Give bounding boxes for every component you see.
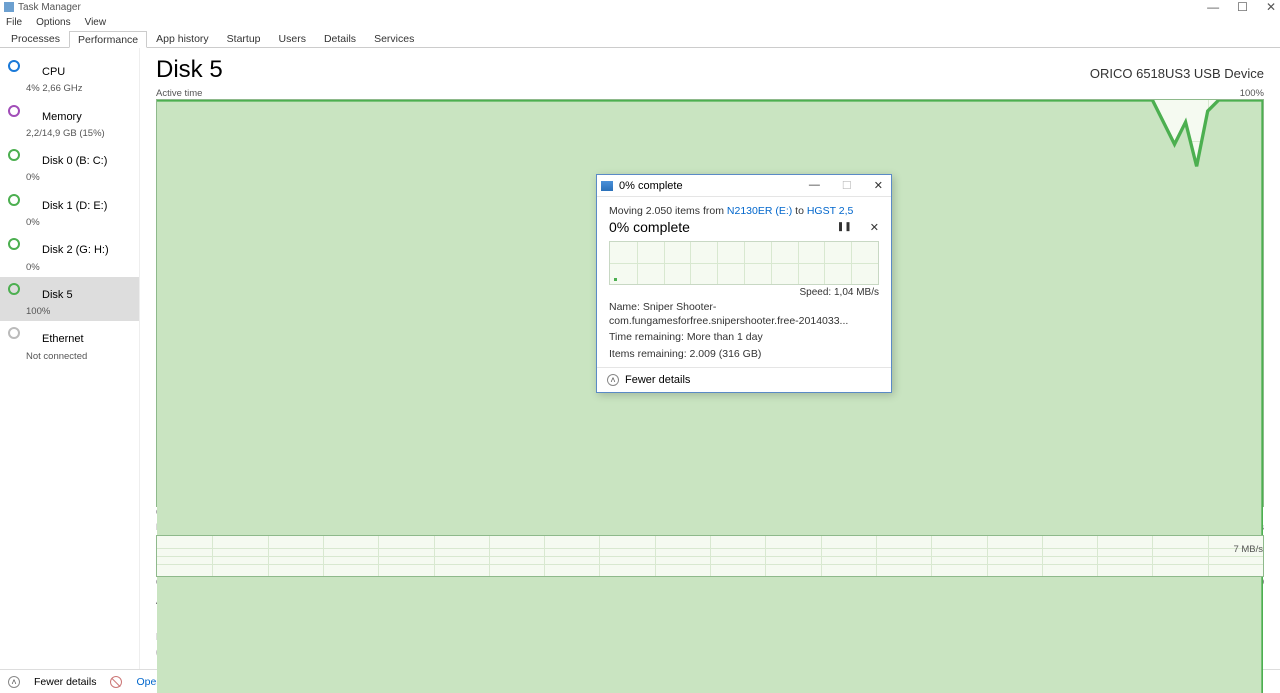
sidebar-item-memory[interactable]: Memory2,2/14,9 GB (15%) (0, 99, 139, 144)
dialog-time-key: Time remaining: (609, 331, 684, 343)
dialog-time-value: More than 1 day (687, 331, 763, 343)
perf-sidebar: CPU4% 2,66 GHz Memory2,2/14,9 GB (15%) D… (0, 48, 140, 669)
fewer-details-link[interactable]: Fewer details (34, 676, 96, 688)
dialog-items-value: 2.009 (316 GB) (690, 348, 762, 360)
tab-users[interactable]: Users (270, 30, 315, 47)
disk-ring-icon (8, 149, 20, 161)
speed-graph-marker (614, 278, 617, 281)
window-close-button[interactable]: ✕ (1266, 0, 1276, 14)
sidebar-item-disk0[interactable]: Disk 0 (B: C:)0% (0, 143, 139, 188)
sidebar-item-sub: 0% (26, 172, 123, 183)
dialog-maximize-button[interactable]: ☐ (838, 179, 856, 192)
dialog-pause-button[interactable]: ❚❚ (837, 221, 852, 234)
tab-app-history[interactable]: App history (147, 30, 218, 47)
sidebar-item-sub: 4% 2,66 GHz (26, 83, 83, 94)
tab-bar: Processes Performance App history Startu… (0, 30, 1280, 48)
tab-performance[interactable]: Performance (69, 31, 147, 48)
dialog-speed-graph (609, 241, 879, 285)
dialog-dest-link[interactable]: HGST 2,5 (807, 205, 854, 217)
sidebar-item-label: Ethernet (26, 325, 100, 350)
tab-startup[interactable]: Startup (218, 30, 270, 47)
transfer-rate-graph: 7 MB/s (156, 535, 1264, 577)
sidebar-item-disk5[interactable]: Disk 5100% (0, 277, 139, 322)
menu-options[interactable]: Options (36, 17, 70, 28)
sidebar-item-sub: 2,2/14,9 GB (15%) (26, 128, 105, 139)
dialog-name-key: Name: (609, 301, 640, 313)
graph1-label: Active time (156, 88, 202, 99)
sidebar-item-sub: 100% (26, 306, 89, 317)
sidebar-item-disk2[interactable]: Disk 2 (G: H:)0% (0, 232, 139, 277)
dialog-titlebar[interactable]: 0% complete — ☐ ✕ (597, 175, 891, 197)
tab-processes[interactable]: Processes (2, 30, 69, 47)
sidebar-item-label: Disk 5 (26, 281, 89, 306)
window-minimize-button[interactable]: — (1207, 0, 1219, 14)
sidebar-item-sub: Not connected (26, 351, 100, 362)
dialog-name-value: Sniper Shooter-com.fungamesforfree.snipe… (609, 301, 848, 327)
dialog-title: 0% complete (619, 180, 805, 192)
sidebar-item-sub: 0% (26, 262, 125, 273)
sidebar-item-label: Memory (26, 103, 105, 128)
sidebar-item-cpu[interactable]: CPU4% 2,66 GHz (0, 54, 139, 99)
moving-to: to (792, 205, 807, 217)
memory-ring-icon (8, 105, 20, 117)
moving-prefix: Moving 2.050 items from (609, 205, 727, 217)
disk-ring-icon (8, 283, 20, 295)
dialog-moving-text: Moving 2.050 items from N2130ER (E:) to … (609, 205, 879, 217)
dialog-percent: 0% complete (609, 219, 690, 235)
dialog-source-link[interactable]: N2130ER (E:) (727, 205, 792, 217)
dialog-speed-text: Speed: 1,04 MB/s (609, 287, 879, 298)
sidebar-item-ethernet[interactable]: EthernetNot connected (0, 321, 139, 366)
graph2-ymid: 7 MB/s (1233, 544, 1263, 555)
graph1-ymax: 100% (1240, 88, 1264, 99)
titlebar: Task Manager — ☐ ✕ (0, 0, 1280, 14)
disk-ring-icon (8, 238, 20, 250)
app-icon (4, 2, 14, 12)
window-maximize-button[interactable]: ☐ (1237, 0, 1248, 14)
menu-file[interactable]: File (6, 17, 22, 28)
resource-monitor-icon (110, 676, 122, 688)
dialog-cancel-button[interactable]: ✕ (870, 221, 879, 234)
file-copy-dialog: 0% complete — ☐ ✕ Moving 2.050 items fro… (596, 174, 892, 393)
menu-view[interactable]: View (85, 17, 107, 28)
cpu-ring-icon (8, 60, 20, 72)
page-title: Disk 5 (156, 56, 223, 84)
sidebar-item-label: CPU (26, 58, 83, 83)
transfer-rate-line (157, 536, 1263, 693)
dialog-items-key: Items remaining: (609, 348, 687, 360)
dialog-minimize-button[interactable]: — (805, 179, 824, 192)
sidebar-item-label: Disk 0 (B: C:) (26, 147, 123, 172)
window-title: Task Manager (18, 2, 1207, 13)
chevron-up-icon[interactable]: ˄ (607, 374, 619, 386)
tab-services[interactable]: Services (365, 30, 423, 47)
disk-ring-icon (8, 194, 20, 206)
dialog-fewer-details-link[interactable]: Fewer details (625, 374, 690, 386)
menubar: File Options View (0, 14, 1280, 30)
sidebar-item-label: Disk 2 (G: H:) (26, 236, 125, 261)
tab-details[interactable]: Details (315, 30, 365, 47)
sidebar-item-sub: 0% (26, 217, 123, 228)
device-name: ORICO 6518US3 USB Device (1090, 66, 1264, 81)
sidebar-item-disk1[interactable]: Disk 1 (D: E:)0% (0, 188, 139, 233)
copy-dialog-icon (601, 181, 613, 191)
chevron-up-icon[interactable]: ˄ (8, 676, 20, 688)
ethernet-ring-icon (8, 327, 20, 339)
dialog-close-button[interactable]: ✕ (870, 179, 887, 192)
sidebar-item-label: Disk 1 (D: E:) (26, 192, 123, 217)
